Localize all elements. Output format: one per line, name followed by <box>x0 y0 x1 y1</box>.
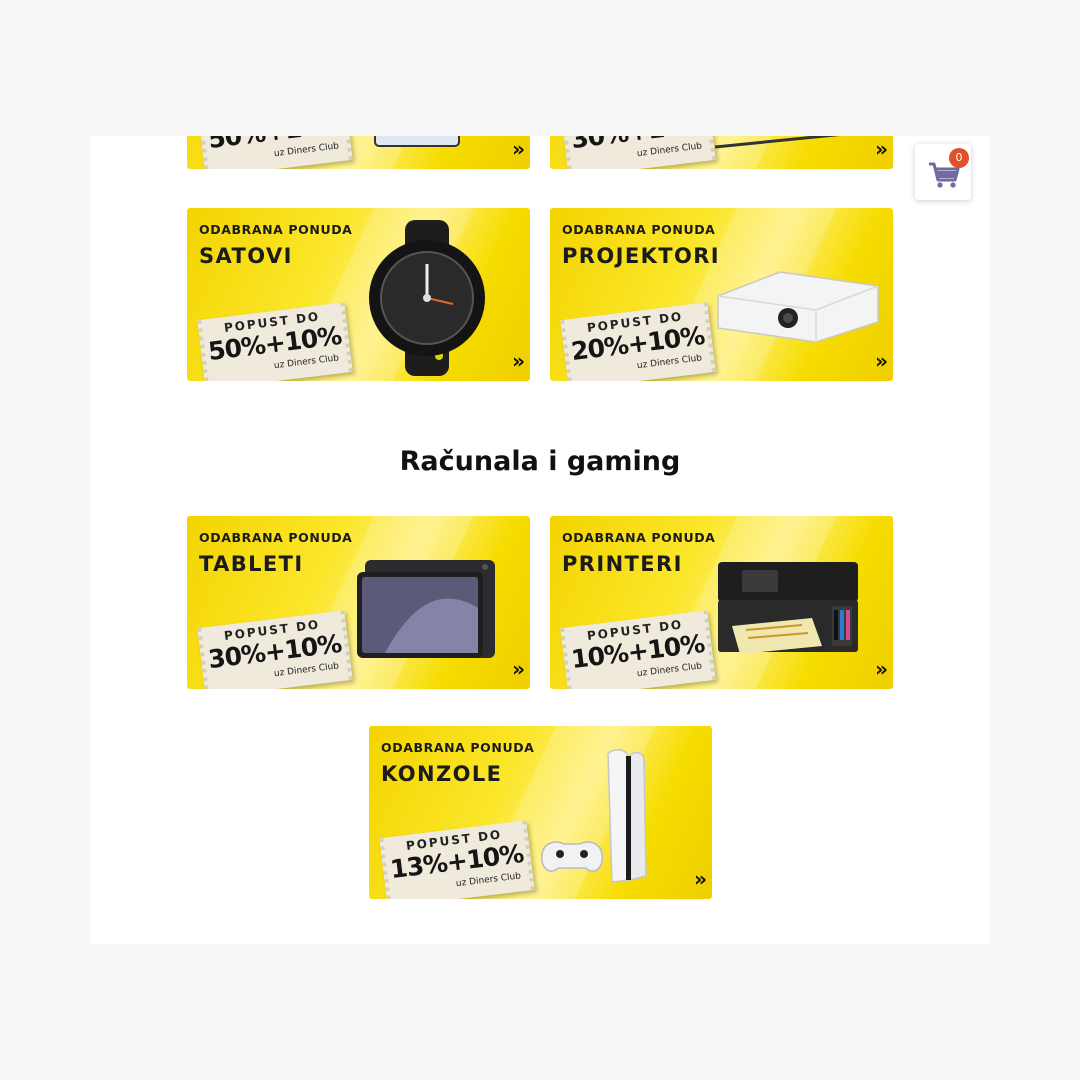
monitor-image <box>715 136 841 149</box>
banner-tag: ODABRANA PONUDA <box>199 530 353 545</box>
arrow-icon: » <box>512 349 525 373</box>
section-title: Računala i gaming <box>399 446 681 477</box>
tablet-image <box>357 560 495 658</box>
smartwatch-image <box>369 220 485 376</box>
discount-ticket: POPUST DO 20%+10% uz Diners Club <box>560 302 716 381</box>
arrow-icon: » <box>875 137 888 161</box>
banner-konzole[interactable]: ODABRANA PONUDA KONZOLE POPUST DO 13%+10… <box>369 726 712 899</box>
arrow-icon: » <box>875 349 888 373</box>
discount-ticket: POPUST DO 50%+10% uz Diners Club <box>197 302 353 381</box>
discount-ticket: POPUST DO 13%+10% uz Diners Club <box>379 820 535 899</box>
printer-image <box>718 562 858 654</box>
banner-tag: ODABRANA PONUDA <box>562 222 716 237</box>
banner-title: TABLETI <box>199 552 304 576</box>
discount-ticket: POPUST DO 30%+10% uz Diners Club <box>197 610 353 689</box>
banner-satovi[interactable]: ODABRANA PONUDA SATOVI POPUST DO 50%+10%… <box>187 208 530 381</box>
banner-projektori[interactable]: ODABRANA PONUDA PROJEKTORI POPUST DO 20%… <box>550 208 893 381</box>
cart-count-badge: 0 <box>949 148 969 168</box>
banner-title: KONZOLE <box>381 762 503 786</box>
content-panel: 50%+10% uz Diners Club » 30%+10% uz Dine… <box>90 136 990 944</box>
banner-title: SATOVI <box>199 244 293 268</box>
console-image <box>541 749 647 883</box>
discount-ticket: 30%+10% uz Diners Club <box>560 136 716 169</box>
banner-title: PRINTERI <box>562 552 683 576</box>
cart-button[interactable]: 0 <box>915 144 971 200</box>
banner-tag: ODABRANA PONUDA <box>199 222 353 237</box>
arrow-icon: » <box>694 867 707 891</box>
projector-image <box>717 271 879 343</box>
discount-ticket: 50%+10% uz Diners Club <box>197 136 353 169</box>
banner-partial-left[interactable]: 50%+10% uz Diners Club » <box>187 136 530 169</box>
arrow-icon: » <box>512 137 525 161</box>
banner-tag: ODABRANA PONUDA <box>381 740 535 755</box>
phone-image <box>374 136 460 147</box>
banner-tag: ODABRANA PONUDA <box>562 530 716 545</box>
discount-ticket: POPUST DO 10%+10% uz Diners Club <box>560 610 716 689</box>
banner-title: PROJEKTORI <box>562 244 721 268</box>
arrow-icon: » <box>512 657 525 681</box>
arrow-icon: » <box>875 657 888 681</box>
banner-tableti[interactable]: ODABRANA PONUDA TABLETI POPUST DO 30%+10… <box>187 516 530 689</box>
banner-partial-right[interactable]: 30%+10% uz Diners Club » <box>550 136 893 169</box>
banner-printeri[interactable]: ODABRANA PONUDA PRINTERI POPUST DO 10%+1… <box>550 516 893 689</box>
